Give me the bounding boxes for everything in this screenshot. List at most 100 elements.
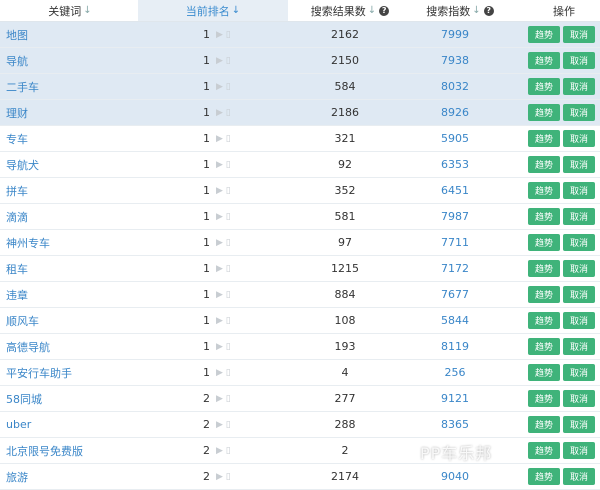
- keyword-link[interactable]: 北京限号免费版: [6, 443, 83, 459]
- trend-button[interactable]: 趋势: [528, 364, 560, 381]
- header-current-rank[interactable]: 当前排名 ↓: [138, 0, 288, 21]
- rank-cell: 1: [150, 74, 210, 99]
- rank-cell: 1: [150, 334, 210, 359]
- cancel-button[interactable]: 取消: [563, 364, 595, 381]
- cancel-button[interactable]: 取消: [563, 182, 595, 199]
- cancel-button[interactable]: 取消: [563, 130, 595, 147]
- trend-button[interactable]: 趋势: [528, 286, 560, 303]
- index-value: 7677: [441, 288, 469, 301]
- trend-button[interactable]: 趋势: [528, 26, 560, 43]
- operations-cell: 趋势 取消: [528, 152, 600, 177]
- cancel-button[interactable]: 取消: [563, 390, 595, 407]
- index-value: 7711: [441, 236, 469, 249]
- cancel-button[interactable]: 取消: [563, 416, 595, 433]
- keyword-cell[interactable]: 北京限号免费版: [6, 438, 156, 463]
- cancel-button[interactable]: 取消: [563, 234, 595, 251]
- trend-button[interactable]: 趋势: [528, 104, 560, 121]
- trend-button[interactable]: 趋势: [528, 78, 560, 95]
- results-value: 4: [341, 366, 349, 379]
- cancel-button[interactable]: 取消: [563, 312, 595, 329]
- keyword-cell[interactable]: 平安行车助手: [6, 360, 156, 385]
- cancel-button[interactable]: 取消: [563, 208, 595, 225]
- trend-button[interactable]: 趋势: [528, 130, 560, 147]
- cancel-button[interactable]: 取消: [563, 104, 595, 121]
- cancel-button[interactable]: 取消: [563, 52, 595, 69]
- help-icon[interactable]: ?: [483, 5, 494, 16]
- header-search-results[interactable]: 搜索结果数 ↓ ?: [300, 0, 400, 21]
- keyword-link[interactable]: 神州专车: [6, 235, 50, 251]
- trend-arrow-icon: ▶ ▯: [216, 211, 231, 222]
- rank-value: 1: [203, 54, 210, 67]
- results-cell: 2174: [300, 464, 390, 489]
- rank-trend-cell: ▶ ▯: [214, 74, 244, 99]
- table-row: 专车 1 ▶ ▯ 321 5905 趋势 取消: [0, 126, 600, 152]
- keyword-link[interactable]: 违章: [6, 287, 28, 303]
- rank-cell: 2: [150, 386, 210, 411]
- cancel-button[interactable]: 取消: [563, 260, 595, 277]
- keyword-cell[interactable]: 导航: [6, 48, 156, 73]
- keyword-cell[interactable]: 地图: [6, 22, 156, 47]
- keyword-cell[interactable]: 违章: [6, 282, 156, 307]
- keyword-cell[interactable]: 理财: [6, 100, 156, 125]
- index-cell: 256: [410, 360, 500, 385]
- cancel-button[interactable]: 取消: [563, 26, 595, 43]
- cancel-button[interactable]: 取消: [563, 468, 595, 485]
- keyword-cell[interactable]: 顺风车: [6, 308, 156, 333]
- keyword-link[interactable]: 导航犬: [6, 157, 39, 173]
- index-cell: 7172: [410, 256, 500, 281]
- cancel-button[interactable]: 取消: [563, 442, 595, 459]
- keyword-link[interactable]: 二手车: [6, 79, 39, 95]
- header-search-index[interactable]: 搜索指数 ↓ ?: [410, 0, 510, 21]
- header-keyword[interactable]: 关键词 ↓: [0, 0, 140, 21]
- index-cell: 6451: [410, 178, 500, 203]
- keyword-cell[interactable]: 高德导航: [6, 334, 156, 359]
- rank-value: 2: [203, 418, 210, 431]
- keyword-cell[interactable]: uber: [6, 412, 156, 437]
- keyword-cell[interactable]: 58同城: [6, 386, 156, 411]
- trend-button[interactable]: 趋势: [528, 312, 560, 329]
- trend-button[interactable]: 趋势: [528, 260, 560, 277]
- rank-cell: 1: [150, 308, 210, 333]
- cancel-button[interactable]: 取消: [563, 78, 595, 95]
- keyword-cell[interactable]: 滴滴: [6, 204, 156, 229]
- keyword-cell[interactable]: 专车: [6, 126, 156, 151]
- trend-button[interactable]: 趋势: [528, 234, 560, 251]
- trend-arrow-icon: ▶ ▯: [216, 107, 231, 118]
- keyword-cell[interactable]: 神州专车: [6, 230, 156, 255]
- cancel-button[interactable]: 取消: [563, 338, 595, 355]
- help-icon[interactable]: ?: [379, 5, 390, 16]
- trend-button[interactable]: 趋势: [528, 416, 560, 433]
- keyword-link[interactable]: 旅游: [6, 469, 28, 485]
- keyword-link[interactable]: 专车: [6, 131, 28, 147]
- keyword-link[interactable]: 高德导航: [6, 339, 50, 355]
- operations-cell: 趋势 取消: [528, 204, 600, 229]
- keyword-link[interactable]: 地图: [6, 27, 28, 43]
- cancel-button[interactable]: 取消: [563, 286, 595, 303]
- trend-button[interactable]: 趋势: [528, 442, 560, 459]
- rank-cell: 1: [150, 256, 210, 281]
- keyword-link[interactable]: 滴滴: [6, 209, 28, 225]
- index-cell: 8119: [410, 334, 500, 359]
- trend-button[interactable]: 趋势: [528, 338, 560, 355]
- keyword-link[interactable]: 拼车: [6, 183, 28, 199]
- keyword-link[interactable]: 顺风车: [6, 313, 39, 329]
- trend-button[interactable]: 趋势: [528, 390, 560, 407]
- trend-button[interactable]: 趋势: [528, 156, 560, 173]
- keyword-link[interactable]: 导航: [6, 53, 28, 69]
- keyword-cell[interactable]: 导航犬: [6, 152, 156, 177]
- keyword-cell[interactable]: 拼车: [6, 178, 156, 203]
- trend-button[interactable]: 趋势: [528, 52, 560, 69]
- trend-button[interactable]: 趋势: [528, 468, 560, 485]
- keyword-link[interactable]: 58同城: [6, 391, 42, 407]
- trend-button[interactable]: 趋势: [528, 208, 560, 225]
- keyword-link[interactable]: 理财: [6, 105, 28, 121]
- keyword-cell[interactable]: 租车: [6, 256, 156, 281]
- keyword-cell[interactable]: 旅游: [6, 464, 156, 489]
- keyword-link[interactable]: 平安行车助手: [6, 365, 72, 381]
- trend-button[interactable]: 趋势: [528, 182, 560, 199]
- keyword-cell[interactable]: 二手车: [6, 74, 156, 99]
- keyword-link[interactable]: uber: [6, 418, 31, 431]
- rank-value: 2: [203, 392, 210, 405]
- cancel-button[interactable]: 取消: [563, 156, 595, 173]
- keyword-link[interactable]: 租车: [6, 261, 28, 277]
